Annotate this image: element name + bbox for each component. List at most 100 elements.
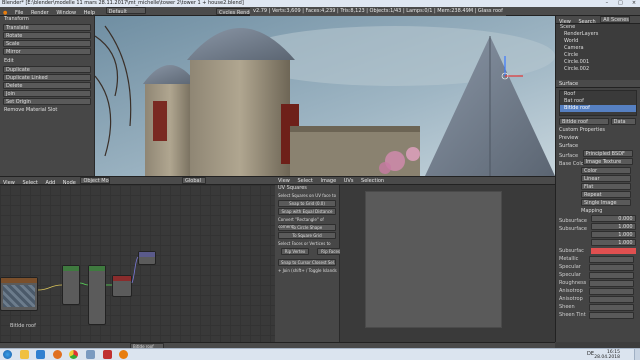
node-editor-header: View Select Add Node Object Mode Global [0,176,275,186]
close-button[interactable]: × [628,0,640,7]
outliner-scene-select[interactable]: All Scenes [600,16,631,23]
show-desktop-button[interactable] [634,349,640,360]
outliner-row[interactable]: Circle [556,52,640,59]
surface-panel[interactable]: Surface [556,142,640,150]
param-field[interactable]: 1.000 [590,223,636,230]
blender-taskbar-icon[interactable] [119,350,129,359]
outliner-row[interactable]: RenderLayers [556,31,640,38]
surface-shader-select[interactable]: Principled BSDF [582,150,633,157]
uv-editor-header: View Select Image UVs Selection [275,176,555,185]
mail-icon[interactable] [85,350,95,359]
subsurface-color-swatch[interactable] [590,247,636,254]
outliner-row[interactable]: World [556,38,640,45]
uv-grid[interactable] [365,191,502,328]
uv-squares-header[interactable]: UV Squares [275,185,339,192]
source-select[interactable]: Single Image [581,199,631,206]
material-slot-active[interactable]: Bitlde roof [560,105,636,112]
uv-select-menu[interactable]: Select [294,177,315,185]
param-field[interactable] [589,312,634,319]
duplicate-linked-button[interactable]: Duplicate Linked [3,74,91,81]
interpolation-select[interactable]: Linear [581,175,631,182]
delete-button[interactable]: Delete [3,82,91,89]
scale-button[interactable]: Scale [3,40,91,47]
outliner-search-menu[interactable]: Search [575,18,598,26]
param-row: Specular [556,271,640,279]
param-row: Anisotrop [556,287,640,295]
subsurface-color-row: Subsurfac [556,247,640,255]
uv-uvs-menu[interactable]: UVs [341,177,357,185]
app-icon[interactable] [102,350,112,359]
param-field[interactable] [589,256,634,263]
uv-view-menu[interactable]: View [275,177,293,185]
base-color-select[interactable]: Image Texture [582,158,633,165]
3d-viewport[interactable] [95,16,555,176]
color-space-select[interactable]: Color [581,167,631,174]
param-field[interactable]: 1.000 [590,239,636,246]
param-field[interactable] [589,304,634,311]
system-clock[interactable]: 16:15 28.04.2018 [594,350,620,360]
outliner-row[interactable]: Camera [556,45,640,52]
param-field[interactable] [589,264,634,271]
uv-tool-shelf: UV Squares Select Squares on UV face to … [275,185,345,342]
uv-squares-subtitle: Select Squares on UV face to [278,193,337,198]
uv-image-menu[interactable]: Image [318,177,340,185]
translate-button[interactable]: Translate [3,24,91,31]
param-row: Specular [556,263,640,271]
param-field[interactable] [589,272,634,279]
media-player-icon[interactable] [36,350,46,359]
outliner-row[interactable]: Circle.001 [556,59,640,66]
duplicate-button[interactable]: Duplicate [3,66,91,73]
join-button[interactable]: Join [3,90,91,97]
maximize-button[interactable]: □ [614,0,626,7]
data-select[interactable]: Data [610,118,636,125]
rotate-button[interactable]: Rotate [3,32,91,39]
input-language[interactable]: DE [587,351,594,357]
snap-equal-distance-button[interactable]: Snap with Equal Distance [278,208,336,215]
outliner-row[interactable]: Circle.002 [556,66,640,73]
set-origin-button[interactable]: Set Origin [3,98,91,105]
outliner: View Search All Scenes Scene RenderLayer… [555,16,640,80]
snap-cursor-button[interactable]: Snap to Cursor Closest Sel. [278,259,336,266]
base-color-label: Base Color [559,161,586,167]
projection-select[interactable]: Flat [581,183,631,190]
minimize-button[interactable]: – [601,0,613,7]
material-tab-label[interactable]: Surface [556,80,581,88]
param-field[interactable] [589,288,634,295]
rip-vertex-button[interactable]: Rip Vertex [281,248,309,255]
tool-shelf: Transform Translate Rotate Scale Mirror … [0,16,95,176]
param-field[interactable]: 1.000 [590,231,636,238]
preview-panel[interactable]: Preview [556,134,640,142]
material-slot[interactable]: Bat roof [560,98,636,105]
pivot-select[interactable]: Global [182,177,207,184]
transform-header[interactable]: Transform [0,16,94,23]
node-tree-name: Bitlde roof [10,323,36,329]
to-square-grid-button[interactable]: To Square Grid [278,232,336,239]
start-button-icon[interactable] [3,350,12,359]
last-operator-header[interactable]: Remove Material Slot [0,107,94,114]
properties-tabs: Surface [556,80,640,88]
windows-taskbar: 16:15 28.04.2018 DE [0,348,640,360]
convert-header: Convert "Rectangle" of corners [278,217,324,229]
chrome-icon[interactable] [69,350,79,359]
mirror-button[interactable]: Mirror [3,48,91,55]
material-slot[interactable]: Roof [560,91,636,98]
param-row: 1.000 [556,239,640,247]
custom-properties-panel[interactable]: Custom Properties [556,126,640,134]
mode-select[interactable]: Object Mode [80,177,111,184]
explorer-icon[interactable] [19,350,29,359]
snap-to-grid-button[interactable]: Snap to Grid (0.0) [278,200,336,207]
uv-image-editor[interactable] [340,185,555,342]
firefox-icon[interactable] [52,350,62,359]
node-links [37,256,139,291]
param-field[interactable] [589,280,634,287]
extension-select[interactable]: Repeat [581,191,631,198]
select-faces-header: Select Faces or Vertices to [278,241,331,246]
viewport-render [95,16,555,176]
material-name-field[interactable]: Bitlde roof [559,118,609,125]
node-editor[interactable]: Bitlde roof [0,185,275,342]
mapping-header[interactable]: Mapping [556,207,640,215]
param-field[interactable]: 0.000 [590,215,636,222]
layout-select[interactable]: Default [105,7,146,14]
param-field[interactable] [589,296,634,303]
edit-header[interactable]: Edit [0,58,94,65]
